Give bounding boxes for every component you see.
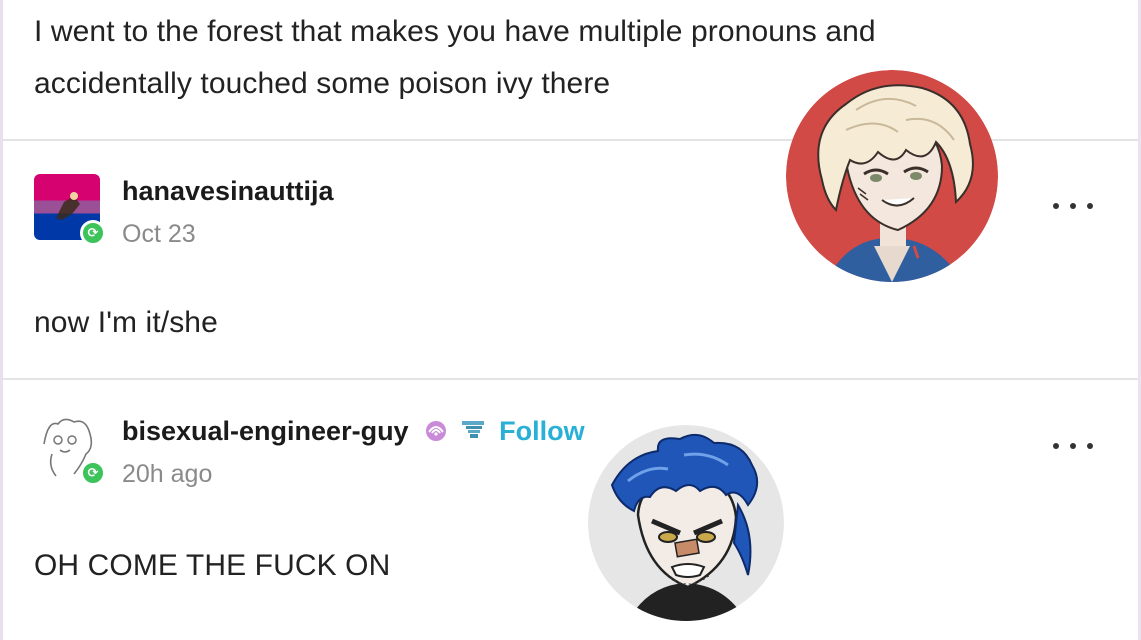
crab-badge-icon xyxy=(460,417,486,448)
ellipsis-icon xyxy=(1053,443,1059,449)
reblog-icon: ⟳ xyxy=(80,220,106,246)
reblog-text-1: now I'm it/she xyxy=(34,306,218,339)
original-post-line2: accidentally touched some poison ivy the… xyxy=(34,67,611,100)
more-options-button[interactable] xyxy=(1053,196,1093,216)
reblog-icon: ⟳ xyxy=(80,460,106,486)
tumblr-post-screenshot: I went to the forest that makes you have… xyxy=(0,0,1141,640)
character-portrait-blonde xyxy=(786,70,998,282)
reblog-header-1: ⟳ hanavesinauttija Oct 23 xyxy=(34,174,734,254)
reblog-text-2: OH COME THE FUCK ON xyxy=(34,549,391,582)
character-portrait-bluehair xyxy=(588,425,784,621)
timestamp[interactable]: 20h ago xyxy=(122,460,212,489)
ellipsis-icon xyxy=(1053,203,1059,209)
tumblr-premium-icon xyxy=(424,417,448,448)
username[interactable]: hanavesinauttija xyxy=(122,176,334,207)
username-row: bisexual-engineer-guy Follow xyxy=(122,416,585,448)
follow-button[interactable]: Follow xyxy=(499,416,584,447)
original-post-line1: I went to the forest that makes you have… xyxy=(34,15,876,48)
username[interactable]: bisexual-engineer-guy xyxy=(122,416,409,446)
user-avatar[interactable]: ⟳ xyxy=(34,414,106,486)
more-options-button[interactable] xyxy=(1053,436,1093,456)
post-divider xyxy=(3,378,1138,380)
user-avatar[interactable]: ⟳ xyxy=(34,174,106,246)
frame-border-left xyxy=(0,0,3,640)
timestamp[interactable]: Oct 23 xyxy=(122,220,196,249)
